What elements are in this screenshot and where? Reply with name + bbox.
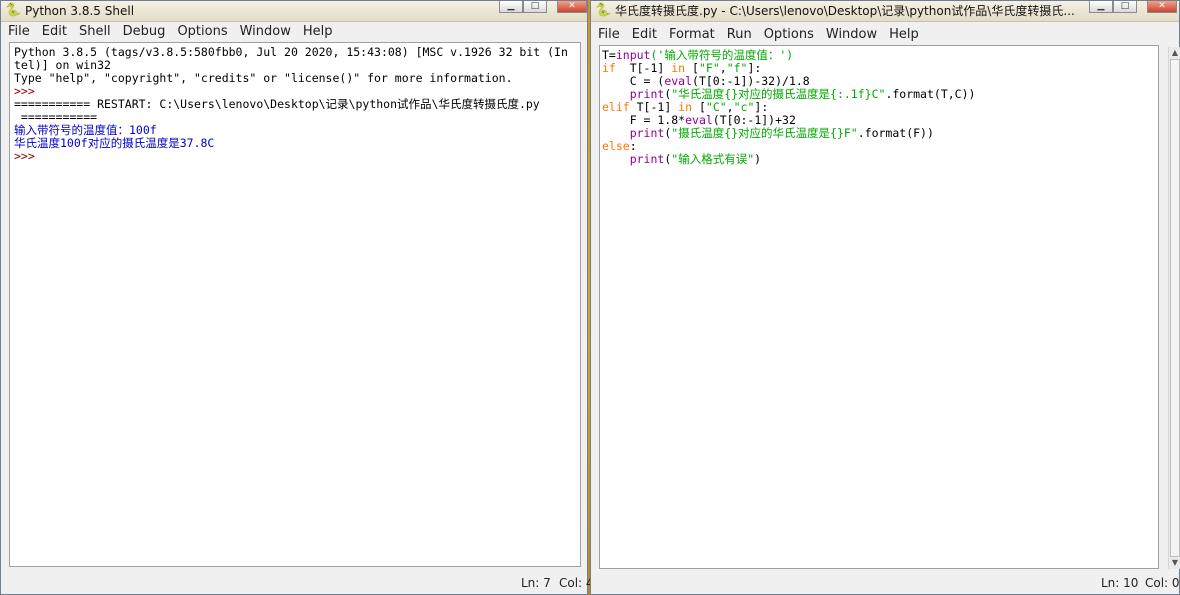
menu-options[interactable]: Options (171, 22, 233, 42)
shell-line-number: Ln: 7 (521, 576, 551, 590)
scroll-up-arrow-icon[interactable]: ▲ (1169, 47, 1180, 59)
shell-stdout-line: 华氏温度100f对应的摄氏温度是37.8C (14, 136, 215, 150)
editor-title: 华氏度转摄氏度.py - C:\Users\lenovo\Desktop\记录\… (615, 4, 1075, 18)
editor-window: 🐍 华氏度转摄氏度.py - C:\Users\lenovo\Desktop\记… (590, 0, 1180, 595)
shell-title: Python 3.8.5 Shell (25, 4, 135, 18)
menu-window[interactable]: Window (820, 25, 883, 45)
menu-shell[interactable]: Shell (73, 22, 117, 42)
python-file-icon: 🐍 (595, 3, 612, 18)
python-idle-icon: 🐍 (5, 3, 22, 18)
scrollbar-thumb[interactable] (1170, 59, 1180, 557)
shell-titlebar[interactable]: 🐍 Python 3.8.5 Shell ▁ □ ✕ (1, 1, 587, 22)
shell-output-area[interactable]: Python 3.8.5 (tags/v3.8.5:580fbb0, Jul 2… (9, 42, 581, 567)
shell-line: Type "help", "copyright", "credits" or "… (14, 71, 513, 85)
menu-debug[interactable]: Debug (117, 22, 172, 42)
menu-file[interactable]: File (1, 22, 36, 42)
menu-file[interactable]: File (591, 25, 626, 45)
maximize-button[interactable]: □ (523, 1, 547, 13)
menu-options[interactable]: Options (758, 25, 820, 45)
scroll-down-arrow-icon[interactable]: ▼ (1169, 557, 1180, 569)
menu-run[interactable]: Run (721, 25, 758, 45)
code-editor-area[interactable]: T=input('输入带符号的温度值：') if T[-1] in ["F","… (599, 45, 1159, 569)
close-button[interactable]: ✕ (557, 1, 587, 13)
shell-column-number: Col: 4 (559, 576, 594, 590)
shell-prompt: >>> (14, 149, 42, 163)
menu-format[interactable]: Format (663, 25, 721, 45)
editor-vertical-scrollbar[interactable]: ▲ ▼ (1168, 47, 1180, 569)
minimize-button[interactable]: ▁ (1089, 1, 1113, 13)
editor-line-number: Ln: 10 (1101, 576, 1139, 590)
minimize-button[interactable]: ▁ (499, 1, 523, 13)
shell-menubar: File Edit Shell Debug Options Window Help (1, 22, 587, 42)
code-line: print("输入格式有误") (629, 152, 762, 166)
editor-statusbar: Ln: 10 Col: 0 (591, 572, 1180, 594)
editor-menubar: File Edit Format Run Options Window Help (591, 25, 1179, 45)
menu-edit[interactable]: Edit (626, 25, 663, 45)
maximize-button[interactable]: □ (1113, 1, 1137, 13)
menu-help[interactable]: Help (297, 22, 339, 42)
shell-window: 🐍 Python 3.8.5 Shell ▁ □ ✕ File Edit Shell… (0, 0, 594, 595)
menu-window[interactable]: Window (234, 22, 297, 42)
code-line: print("摄氏温度{}对应的华氏温度是{}F".format(F)) (629, 126, 934, 140)
editor-column-number: Col: 0 (1145, 576, 1180, 590)
editor-titlebar[interactable]: 🐍 华氏度转摄氏度.py - C:\Users\lenovo\Desktop\记… (591, 1, 1179, 22)
shell-restart-line: =========== RESTART: C:\Users\lenovo\Des… (14, 97, 540, 111)
menu-help[interactable]: Help (883, 25, 925, 45)
close-button[interactable]: ✕ (1147, 1, 1177, 13)
menu-edit[interactable]: Edit (36, 22, 73, 42)
shell-statusbar: Ln: 7 Col: 4 (1, 572, 594, 594)
